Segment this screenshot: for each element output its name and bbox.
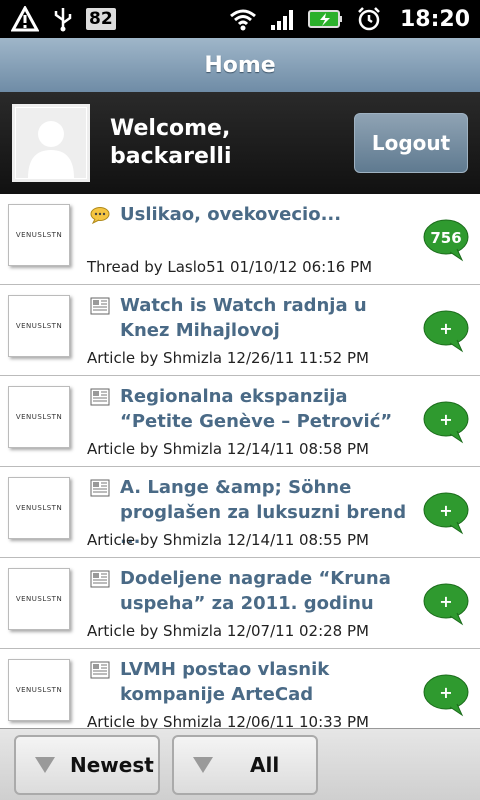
article-icon: [90, 297, 110, 315]
sort-label: Newest: [70, 753, 154, 777]
bottom-toolbar: Newest All: [0, 728, 480, 800]
list-item[interactable]: VENUSLSTN Watch is Watch radnja u Knez M…: [0, 285, 480, 376]
add-comment-bubble-icon[interactable]: +: [422, 582, 470, 626]
item-meta: Article by Shmizla 12/06/11 10:33 PM: [87, 713, 369, 728]
list-item[interactable]: VENUSLSTN LVMH postao vlasnik kompanije …: [0, 649, 480, 728]
filter-all-button[interactable]: All: [172, 735, 318, 795]
comment-count: +: [439, 592, 452, 611]
comment-count: +: [439, 501, 452, 520]
avatar-placeholder-icon: [16, 108, 86, 178]
item-title[interactable]: Regionalna ekspanzija “Petite Genève – P…: [120, 384, 420, 434]
list-item[interactable]: VENUSLSTN Regionalna ekspanzija “Petite …: [0, 376, 480, 467]
item-thumbnail: VENUSLSTN: [8, 477, 70, 539]
welcome-greeting: Welcome,: [110, 116, 231, 141]
article-icon: [90, 388, 110, 406]
item-title[interactable]: Dodeljene nagrade “Kruna uspeha” za 2011…: [120, 566, 420, 616]
item-meta: Thread by Laslo51 01/10/12 06:16 PM: [87, 258, 373, 276]
item-thumbnail: VENUSLSTN: [8, 295, 70, 357]
filter-label: All: [250, 753, 280, 777]
alert-icon: [10, 6, 40, 32]
status-bar: 82 18:20: [0, 0, 480, 38]
signal-icon: [268, 6, 298, 32]
thread-bubble-icon: [90, 206, 110, 225]
page-title-bar: Home: [0, 38, 480, 92]
add-comment-bubble-icon[interactable]: +: [422, 400, 470, 444]
battery-icon: [307, 6, 344, 32]
avatar[interactable]: [12, 104, 90, 182]
welcome-panel: Welcome, backarelli Logout: [0, 92, 480, 194]
logout-button[interactable]: Logout: [354, 113, 468, 173]
clock: 18:20: [399, 6, 470, 32]
item-meta: Article by Shmizla 12/07/11 02:28 PM: [87, 622, 369, 640]
comment-count: 756: [430, 229, 461, 247]
list-item[interactable]: VENUSLSTN Uslikao, ovekovecio... Thread …: [0, 194, 480, 285]
add-comment-bubble-icon[interactable]: +: [422, 309, 470, 353]
wifi-icon: [228, 6, 258, 32]
item-thumbnail: VENUSLSTN: [8, 568, 70, 630]
add-comment-bubble-icon[interactable]: +: [422, 491, 470, 535]
welcome-username: backarelli: [110, 144, 232, 169]
item-title[interactable]: Uslikao, ovekovecio...: [120, 202, 420, 227]
article-icon: [90, 570, 110, 588]
comment-count: +: [439, 683, 452, 702]
list-item[interactable]: VENUSLSTN Dodeljene nagrade “Kruna uspeh…: [0, 558, 480, 649]
usb-icon: [48, 6, 78, 32]
item-thumbnail: VENUSLSTN: [8, 386, 70, 448]
comment-count-bubble-icon[interactable]: 756: [422, 218, 470, 262]
list-item[interactable]: VENUSLSTN A. Lange &amp; Söhne proglašen…: [0, 467, 480, 558]
page-title: Home: [204, 52, 276, 78]
article-icon: [90, 661, 110, 679]
dropdown-triangle-icon: [193, 757, 213, 773]
welcome-text: Welcome, backarelli: [110, 115, 232, 171]
sort-newest-button[interactable]: Newest: [14, 735, 160, 795]
add-comment-bubble-icon[interactable]: +: [422, 673, 470, 717]
item-title[interactable]: LVMH postao vlasnik kompanije ArteCad: [120, 657, 420, 707]
item-meta: Article by Shmizla 12/14/11 08:55 PM: [87, 531, 369, 549]
item-thumbnail: VENUSLSTN: [8, 659, 70, 721]
item-meta: Article by Shmizla 12/14/11 08:58 PM: [87, 440, 369, 458]
comment-count: +: [439, 410, 452, 429]
item-title[interactable]: Watch is Watch radnja u Knez Mihajlovoj: [120, 293, 420, 343]
dropdown-triangle-icon: [35, 757, 55, 773]
notification-badge: 82: [86, 8, 116, 30]
article-icon: [90, 479, 110, 497]
comment-count: +: [439, 319, 452, 338]
item-meta: Article by Shmizla 12/26/11 11:52 PM: [87, 349, 369, 367]
item-thumbnail: VENUSLSTN: [8, 204, 70, 266]
content-list: VENUSLSTN Uslikao, ovekovecio... Thread …: [0, 194, 480, 728]
alarm-icon: [354, 6, 384, 32]
